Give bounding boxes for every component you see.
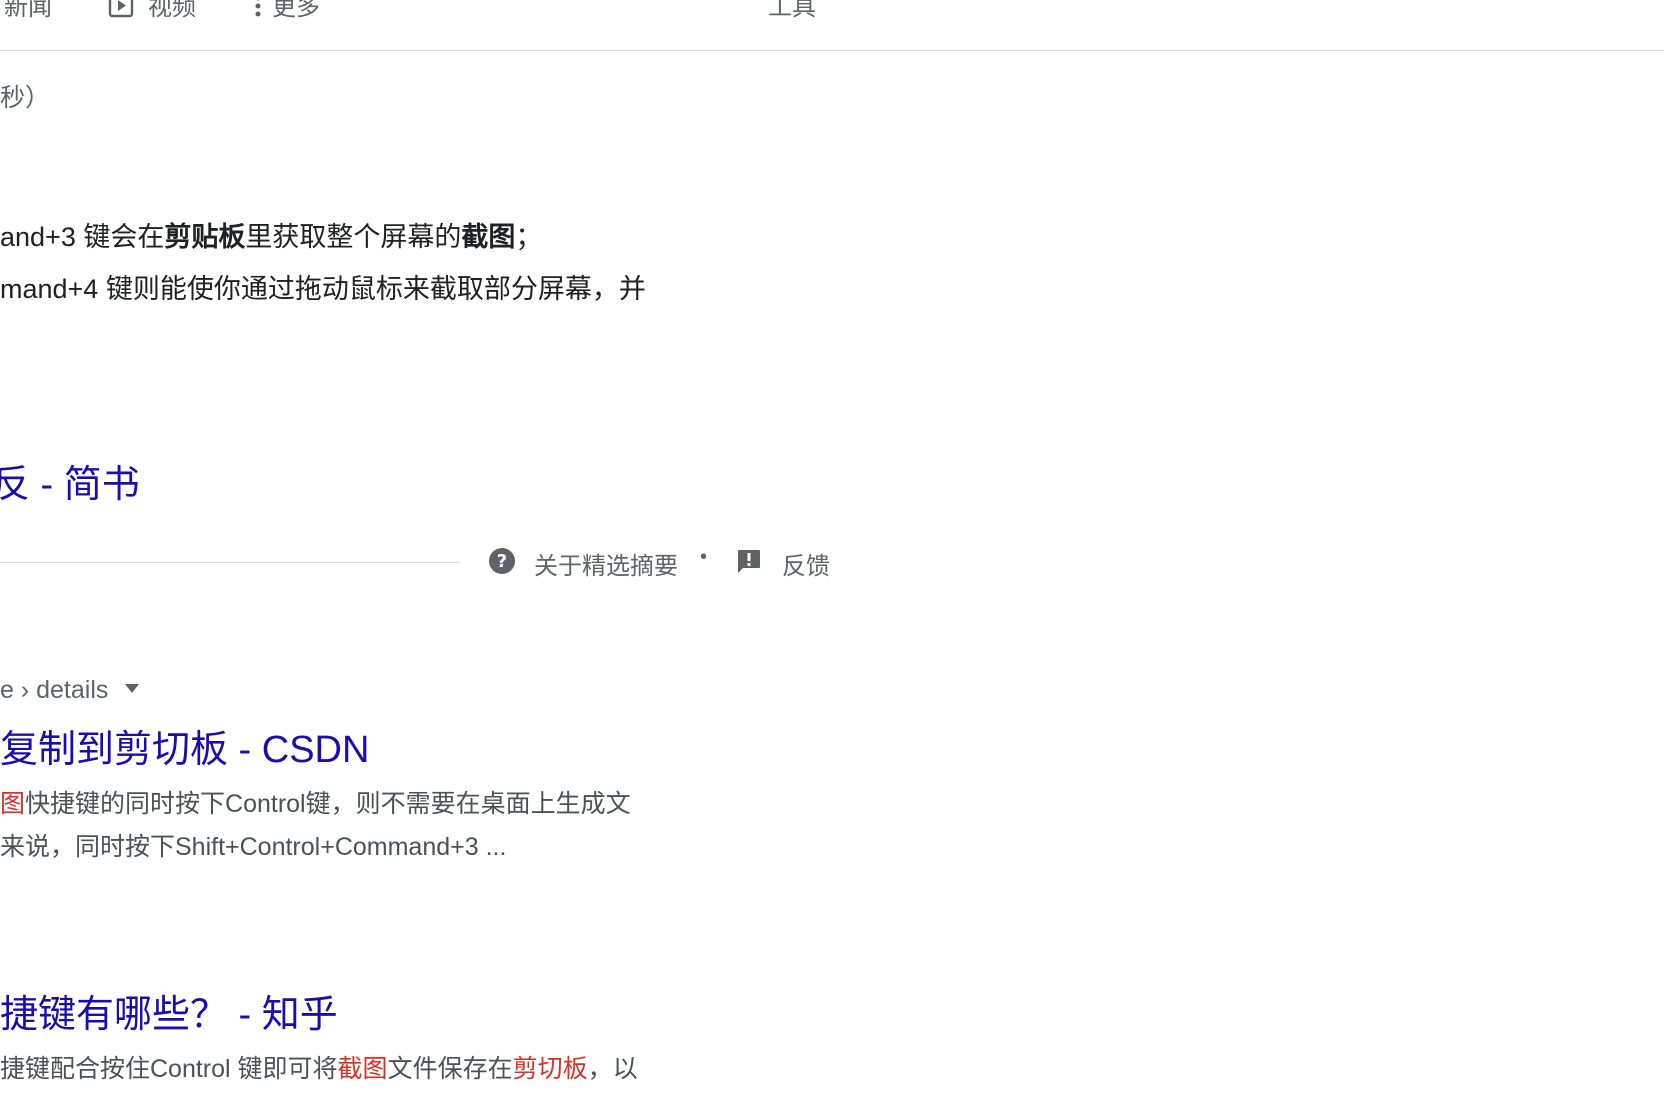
result-2-pre: 捷键配合按住Control 键即可将 <box>0 1055 338 1083</box>
result-2-highlight-2: 剪切板 <box>512 1055 588 1083</box>
result-1-snippet-line-2: 来说，同时按下Shift+Control+Command+3 ... <box>0 833 507 861</box>
footer-separator: • <box>700 546 708 568</box>
featured-snippet-line-1: and+3 键会在剪贴板里获取整个屏幕的截图； <box>0 220 542 254</box>
result-2-mid: 文件保存在 <box>387 1055 513 1083</box>
result-1-snippet-line-1: 图快捷键的同时按下Control键，则不需要在桌面上生成文 <box>0 788 631 820</box>
result-stats: 秒） <box>0 84 51 112</box>
featured-line1-post: ； <box>515 222 543 252</box>
feedback-button[interactable]: 反馈 <box>736 546 830 581</box>
result-2-title[interactable]: 捷键有哪些？ - 知乎 <box>0 993 338 1037</box>
about-featured-label: 关于精选摘要 <box>534 553 678 580</box>
result-1-breadcrumb[interactable]: e › details <box>0 676 140 705</box>
result-2-post: ，以 <box>587 1055 638 1083</box>
featured-line1-bold2: 截图 <box>461 222 516 252</box>
featured-snippet-line-2: mand+4 键则能使你通过拖动鼠标来截取部分屏幕，并 <box>0 274 646 304</box>
tools-button[interactable]: 工具 <box>768 0 816 20</box>
tab-videos[interactable]: 视频 <box>108 0 196 20</box>
help-icon: ? <box>488 547 516 580</box>
featured-line1-bold1: 剪贴板 <box>164 222 246 252</box>
nav-divider <box>0 50 1664 51</box>
about-featured-snippets[interactable]: ? 关于精选摘要 <box>488 546 678 581</box>
featured-line1-pre: and+3 键会在 <box>0 222 165 252</box>
result-2-snippet-line-1: 捷键配合按住Control 键即可将截图文件保存在剪切板，以 <box>0 1053 638 1085</box>
featured-divider <box>0 562 460 563</box>
tab-more[interactable]: 更多 <box>254 0 320 20</box>
play-icon <box>108 0 134 23</box>
tab-news-label: 新闻 <box>4 0 52 21</box>
result-1-line1-rest: 快捷键的同时按下Control键，则不需要在桌面上生成文 <box>25 790 631 818</box>
result-1-highlight: 图 <box>0 790 26 818</box>
dropdown-arrow-icon[interactable] <box>124 682 140 700</box>
featured-line1-mid: 里获取整个屏幕的 <box>245 222 462 252</box>
feedback-label: 反馈 <box>782 553 830 580</box>
tools-label: 工具 <box>768 0 816 21</box>
result-2-highlight-1: 截图 <box>337 1055 388 1083</box>
featured-source-title[interactable]: 反 - 简书 <box>0 463 140 507</box>
tab-videos-label: 视频 <box>148 0 196 21</box>
tab-news[interactable]: 新闻 <box>4 0 52 20</box>
feedback-icon <box>736 548 762 579</box>
svg-text:?: ? <box>497 551 507 572</box>
more-vert-icon <box>254 0 262 23</box>
tab-more-label: 更多 <box>272 0 320 21</box>
result-1-breadcrumb-text: e › details <box>0 676 109 704</box>
result-1-title[interactable]: 复制到剪切板 - CSDN <box>0 728 369 772</box>
